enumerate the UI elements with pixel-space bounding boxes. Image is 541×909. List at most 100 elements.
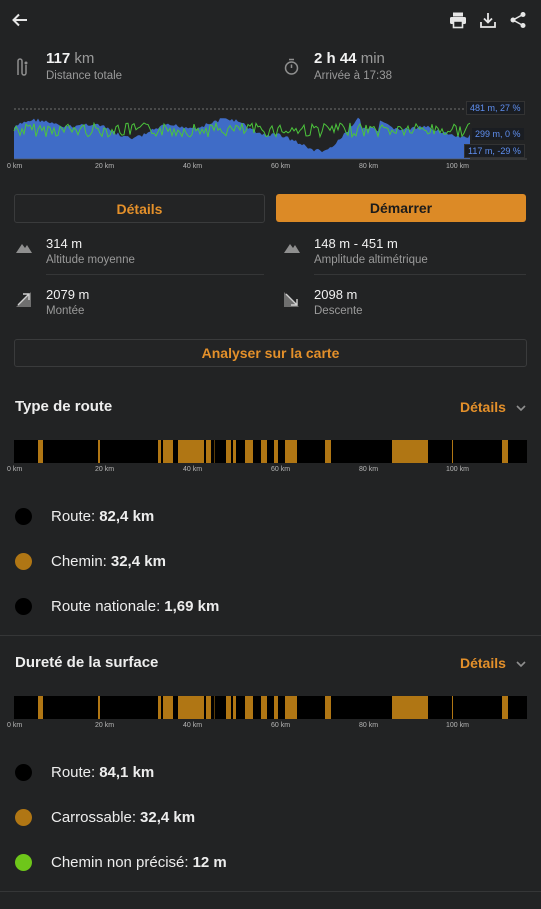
share-icon[interactable] — [506, 8, 530, 32]
legend-dot-drivable — [15, 808, 32, 826]
surface-segment — [178, 696, 204, 719]
surface-details-link[interactable]: Détails — [460, 655, 526, 671]
time-stat: 2 h 44 min Arrivée à 17:38 — [314, 50, 392, 82]
surface-x-ticks: 0 km 20 km 40 km 60 km 80 km 100 km — [7, 722, 469, 729]
badge-max-text: 481 m, 27 % — [470, 103, 521, 113]
badge-max: 481 m, 27 % — [466, 101, 525, 115]
surface-segment — [98, 696, 100, 719]
road-type-x-tick: 100 km — [446, 466, 469, 473]
back-arrow-icon[interactable] — [8, 8, 32, 32]
road-type-segment — [163, 440, 173, 463]
ascent-value: 2079 m — [46, 287, 90, 302]
road-type-details-link[interactable]: Détails — [460, 399, 526, 415]
chevron-down-icon — [516, 655, 526, 671]
surface-segment — [245, 696, 253, 719]
surface-segment — [206, 696, 211, 719]
surface-segment — [158, 696, 161, 719]
surface-x-tick: 100 km — [446, 722, 469, 729]
elevation-chart[interactable]: 0 km 20 km 40 km 60 km 80 km 100 km — [0, 98, 541, 174]
download-icon[interactable] — [476, 8, 500, 32]
road-type-x-ticks: 0 km 20 km 40 km 60 km 80 km 100 km — [7, 466, 469, 473]
legend-name-national-road: Route nationale: — [51, 597, 161, 615]
surface-x-tick: 0 km — [7, 722, 22, 729]
road-type-bar[interactable]: 0 km 20 km 40 km 60 km 80 km 100 km — [0, 438, 541, 474]
road-type-segment — [261, 440, 267, 463]
surface-segment — [285, 696, 297, 719]
legend-item-unspecified-path: Chemin non précisé: 12 m — [15, 852, 227, 872]
surface-x-tick: 40 km — [183, 722, 202, 729]
legend-value-unspecified-path: 12 m — [192, 853, 227, 871]
elevation-x-tick: 20 km — [95, 163, 114, 170]
descent-value: 2098 m — [314, 287, 358, 302]
surface-segment — [38, 696, 43, 719]
elevation-x-ticks: 0 km 20 km 40 km 60 km 80 km 100 km — [7, 163, 469, 170]
surface-segment — [226, 696, 231, 719]
arrival-label: Arrivée à 17:38 — [314, 70, 392, 82]
legend-dot-national-road — [15, 597, 32, 615]
legend-item-national-road: Route nationale: 1,69 km — [15, 596, 219, 616]
badge-mid-text: 299 m, 0 % — [475, 129, 521, 139]
legend-dot-unspecified-path — [15, 853, 32, 871]
road-type-title: Type de route — [15, 398, 113, 415]
road-type-segment — [226, 440, 231, 463]
section-divider — [0, 635, 541, 636]
road-type-x-tick: 40 km — [183, 466, 202, 473]
elevation-x-tick: 40 km — [183, 163, 202, 170]
details-button[interactable]: Détails — [14, 194, 265, 223]
legend-item-drivable: Carrossable: 32,4 km — [15, 807, 195, 827]
road-type-x-tick: 0 km — [7, 466, 22, 473]
surface-segment — [392, 696, 428, 719]
mountain-range-icon — [283, 240, 301, 259]
road-type-segment — [233, 440, 236, 463]
road-type-segment — [502, 440, 508, 463]
surface-bar[interactable]: 0 km 20 km 40 km 60 km 80 km 100 km — [0, 694, 541, 730]
legend-value-path: 32,4 km — [110, 552, 166, 570]
legend-name-path: Chemin: — [51, 552, 107, 570]
altitude-range-label: Amplitude altimétrique — [314, 254, 428, 266]
legend-item-road: Route: 82,4 km — [15, 506, 154, 526]
surface-base — [14, 696, 527, 719]
surface-x-tick: 80 km — [359, 722, 378, 729]
elevation-x-tick: 80 km — [359, 163, 378, 170]
descent-label: Descente — [314, 305, 363, 317]
top-app-bar — [0, 0, 541, 44]
road-type-segment — [285, 440, 297, 463]
legend-item-path: Chemin: 32,4 km — [15, 551, 166, 571]
legend-dot-path — [15, 552, 32, 570]
ascent-label: Montée — [46, 305, 85, 317]
altitude-range: 148 m - 451 m Amplitude altimétrique — [314, 236, 428, 266]
surface-x-tick: 20 km — [95, 722, 114, 729]
road-type-x-tick: 20 km — [95, 466, 114, 473]
legend-name-surface-road: Route: — [51, 763, 96, 781]
legend-value-national-road: 1,69 km — [164, 597, 220, 615]
elevation-x-tick: 60 km — [271, 163, 290, 170]
start-button[interactable]: Démarrer — [276, 194, 526, 222]
badge-min-text: 117 m, -29 % — [468, 146, 521, 156]
descent: 2098 m Descente — [314, 287, 363, 317]
avg-altitude: 314 m Altitude moyenne — [46, 236, 135, 266]
avg-altitude-value: 314 m — [46, 236, 83, 251]
surface-segment — [233, 696, 236, 719]
road-type-segment — [98, 440, 100, 463]
surface-details-label: Détails — [460, 655, 506, 671]
surface-segment — [163, 696, 173, 719]
time-value: 2 h 44 — [314, 50, 357, 67]
elevation-x-tick: 0 km — [7, 163, 22, 170]
badge-min: 117 m, -29 % — [464, 144, 525, 158]
avg-altitude-label: Altitude moyenne — [46, 254, 135, 266]
badge-mid: 299 m, 0 % — [472, 128, 524, 140]
elevation-x-tick: 100 km — [446, 163, 469, 170]
road-type-segment — [206, 440, 211, 463]
surface-segment — [452, 696, 453, 719]
analyze-on-map-button[interactable]: Analyser sur la carte — [14, 339, 527, 367]
road-type-details-label: Détails — [460, 399, 506, 415]
legend-value-road: 82,4 km — [99, 507, 155, 525]
chevron-down-icon — [516, 399, 526, 415]
road-type-base — [14, 440, 527, 463]
legend-value-surface-road: 84,1 km — [99, 763, 155, 781]
mountain-icon — [15, 240, 33, 259]
road-type-x-tick: 80 km — [359, 466, 378, 473]
legend-dot-road — [15, 507, 32, 525]
print-icon[interactable] — [446, 8, 470, 32]
legend-name-drivable: Carrossable: — [51, 808, 137, 826]
